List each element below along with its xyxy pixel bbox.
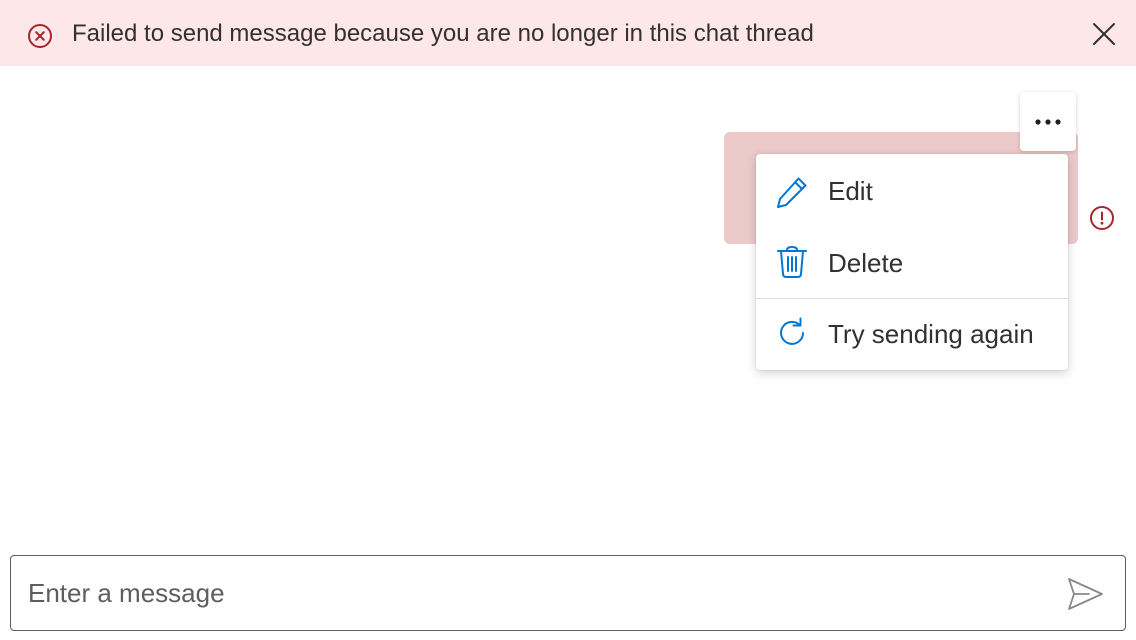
more-horizontal-icon xyxy=(1034,113,1062,131)
retry-icon xyxy=(774,315,810,351)
error-banner: Failed to send message because you are n… xyxy=(0,0,1136,66)
message-context-menu: Edit Delete Try sending again xyxy=(756,154,1068,370)
menu-item-delete[interactable]: Delete xyxy=(756,226,1068,298)
trash-icon xyxy=(774,244,810,280)
menu-item-retry[interactable]: Try sending again xyxy=(756,299,1068,371)
alert-circle-icon xyxy=(1089,205,1115,231)
menu-item-edit-label: Edit xyxy=(828,176,873,206)
error-circle-icon xyxy=(27,23,53,49)
close-icon[interactable] xyxy=(1088,18,1120,50)
send-icon[interactable] xyxy=(1065,574,1105,614)
menu-item-delete-label: Delete xyxy=(828,248,904,278)
message-composer xyxy=(10,555,1126,631)
pencil-icon xyxy=(774,174,810,210)
more-options-button[interactable] xyxy=(1020,92,1076,151)
message-input[interactable] xyxy=(19,566,1049,620)
menu-item-retry-label: Try sending again xyxy=(828,319,1034,349)
menu-item-edit[interactable]: Edit xyxy=(756,154,1068,226)
error-banner-message: Failed to send message because you are n… xyxy=(72,20,814,47)
